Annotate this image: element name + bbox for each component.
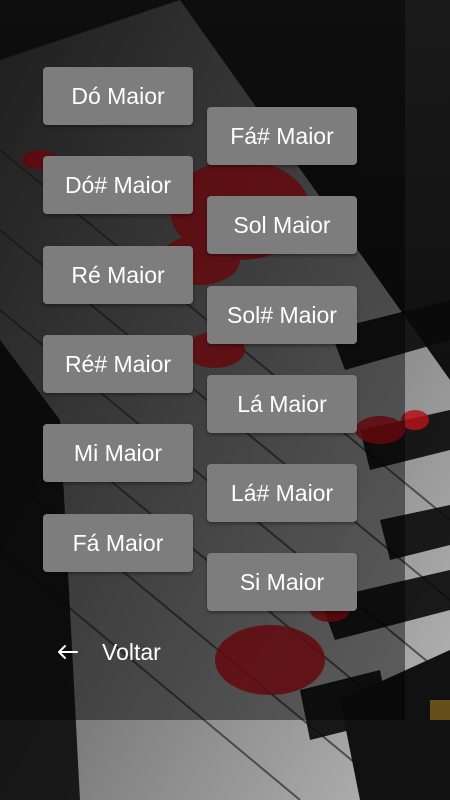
arrow-left-icon	[56, 640, 80, 664]
chord-button-re-sharp-maior[interactable]: Ré# Maior	[43, 335, 193, 393]
chord-button-fa-maior[interactable]: Fá Maior	[43, 514, 193, 572]
chord-button-si-maior[interactable]: Si Maior	[207, 553, 357, 611]
chord-button-do-maior[interactable]: Dó Maior	[43, 67, 193, 125]
chord-button-mi-maior[interactable]: Mi Maior	[43, 424, 193, 482]
chord-button-sol-maior[interactable]: Sol Maior	[207, 196, 357, 254]
chord-button-sol-sharp-maior[interactable]: Sol# Maior	[207, 286, 357, 344]
chord-button-fa-sharp-maior[interactable]: Fá# Maior	[207, 107, 357, 165]
chord-button-re-maior[interactable]: Ré Maior	[43, 246, 193, 304]
chord-button-la-maior[interactable]: Lá Maior	[207, 375, 357, 433]
chord-button-do-sharp-maior[interactable]: Dó# Maior	[43, 156, 193, 214]
chord-button-la-sharp-maior[interactable]: Lá# Maior	[207, 464, 357, 522]
back-button[interactable]: Voltar	[56, 632, 161, 672]
back-label: Voltar	[102, 638, 161, 665]
